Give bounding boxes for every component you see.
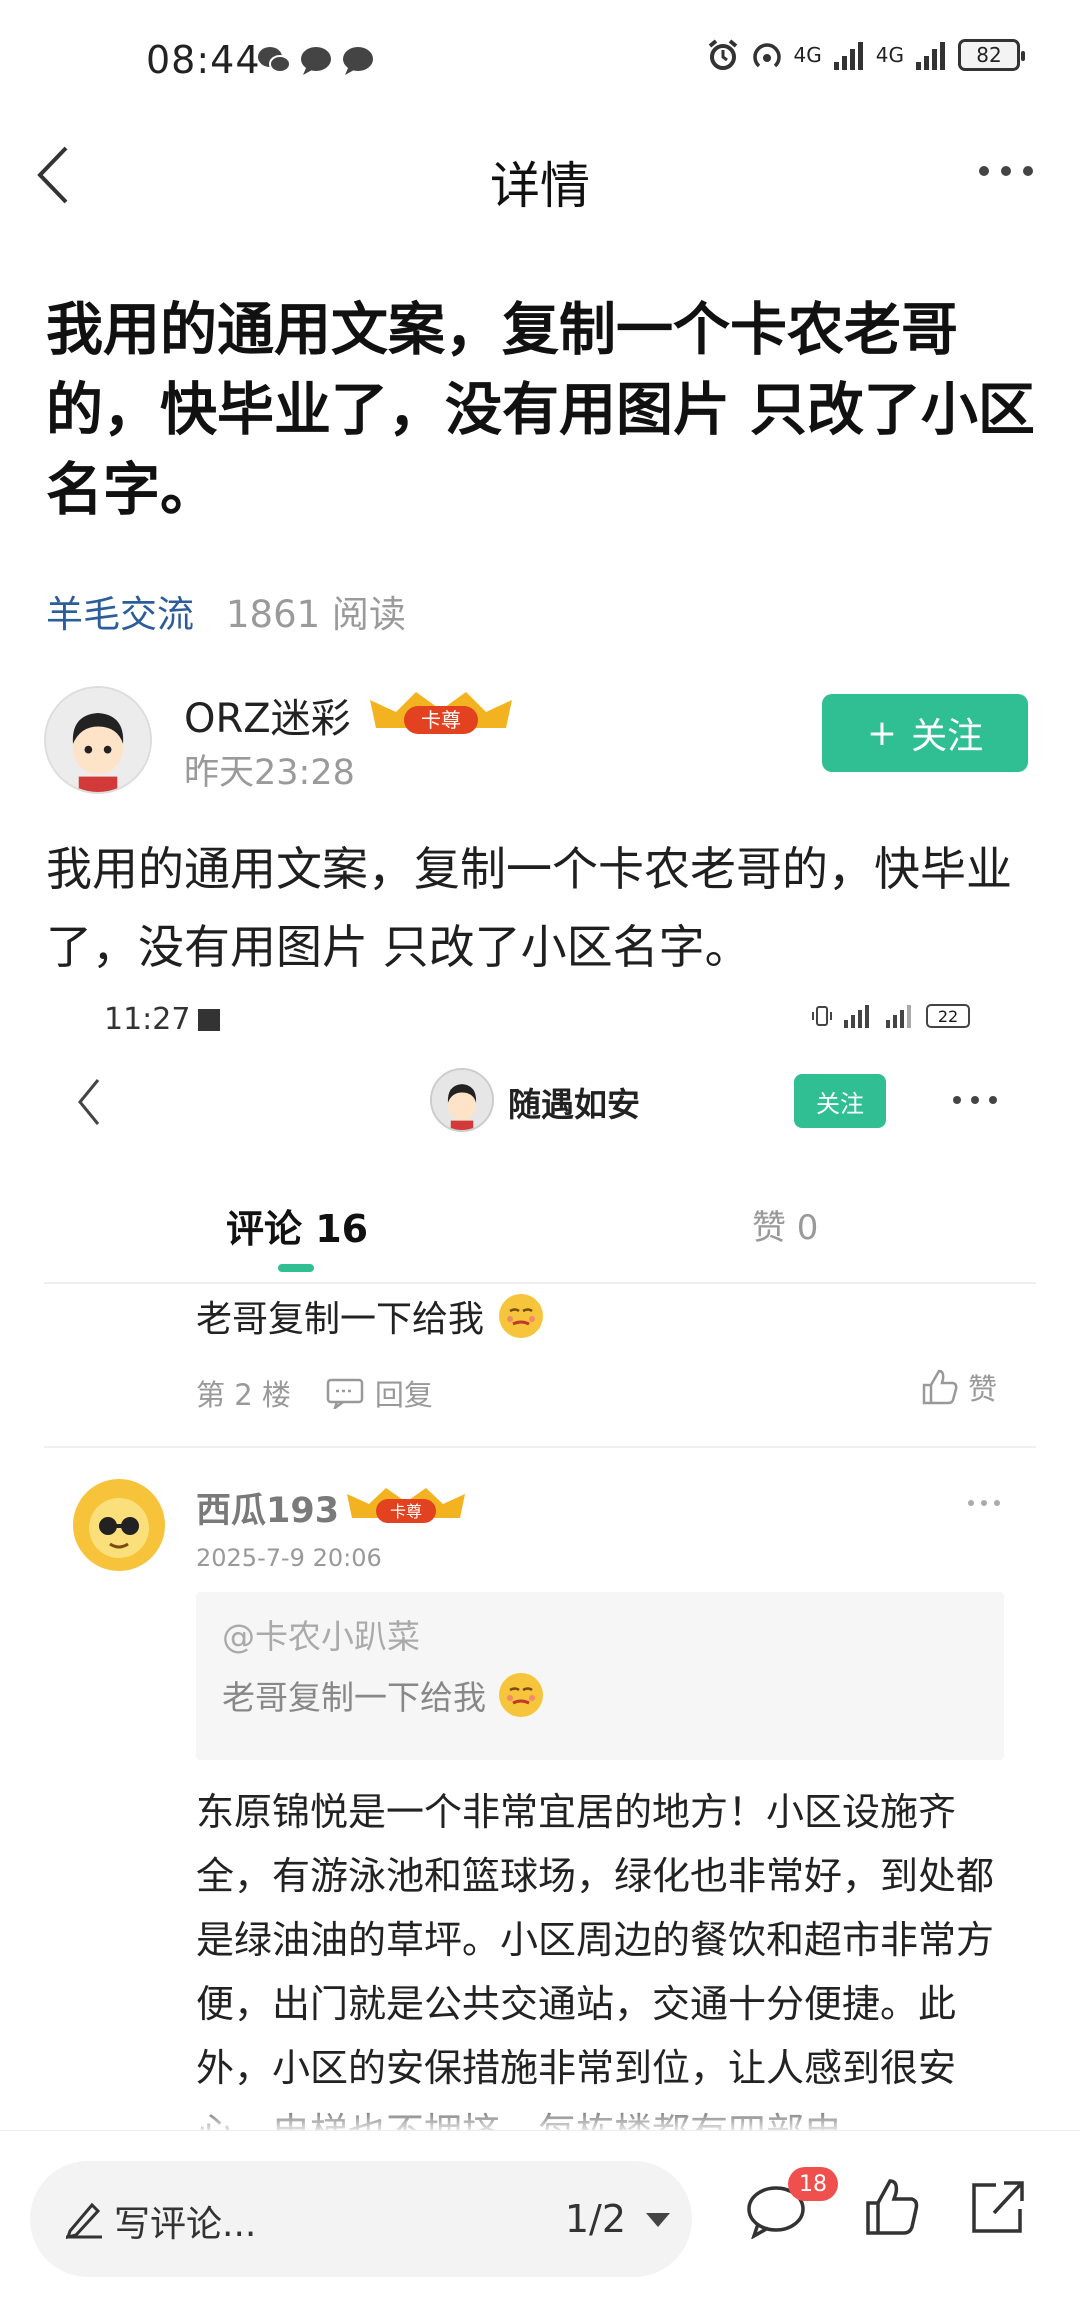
tab-likes[interactable]: 赞 0 bbox=[752, 1200, 818, 1249]
author-name[interactable]: ORZ迷彩 bbox=[184, 686, 351, 744]
chat-bubble-icon bbox=[343, 47, 373, 75]
comment-count-badge: 18 bbox=[788, 2167, 838, 2201]
caret-down-icon[interactable] bbox=[644, 2211, 672, 2229]
follow-button[interactable]: + 关注 bbox=[822, 694, 1028, 772]
signal-label-2: 4G bbox=[875, 43, 904, 67]
divider bbox=[44, 1282, 1036, 1284]
comment-2-badge-label: 卡尊 bbox=[390, 1502, 422, 1521]
hotspot-icon bbox=[752, 43, 781, 68]
vibrate-icon bbox=[812, 1006, 832, 1026]
comment-2-body: 东原锦悦是一个非常宜居的地方！小区设施齐全，有游泳池和篮球场，绿化也非常好，到处… bbox=[196, 1790, 995, 2135]
lion-avatar-icon bbox=[73, 1479, 165, 1571]
back-arrow-icon[interactable] bbox=[70, 1072, 110, 1132]
post-time: 昨天23:28 bbox=[184, 753, 355, 793]
embedded-time-text: 11:27 bbox=[104, 1002, 191, 1037]
like-label: 赞 bbox=[968, 1372, 998, 1406]
bottom-bar: 写评论... 1/2 18 bbox=[0, 2130, 1080, 2310]
share-icon[interactable] bbox=[966, 2177, 1028, 2239]
comment-input[interactable]: 写评论... 1/2 bbox=[30, 2161, 692, 2277]
signal-icon bbox=[844, 1005, 869, 1028]
comment-2-avatar[interactable] bbox=[72, 1478, 166, 1572]
cartoon-boy-icon bbox=[432, 1070, 492, 1130]
more-icon[interactable] bbox=[950, 1090, 1000, 1110]
embedded-nav: 随遇如安 关注 bbox=[0, 1060, 1080, 1150]
quoted-text-row: 老哥复制一下给我 bbox=[222, 1670, 546, 1720]
signal-label-1: 4G bbox=[793, 43, 822, 67]
notification-icons bbox=[256, 44, 376, 76]
content-fade bbox=[0, 2095, 1080, 2135]
author-row: ORZ迷彩 卡尊 昨天23:28 + 关注 bbox=[44, 680, 1044, 800]
more-icon[interactable] bbox=[966, 1496, 1002, 1510]
author-avatar[interactable] bbox=[44, 686, 152, 794]
battery-indicator: 82 bbox=[958, 39, 1025, 71]
comment-text: 老哥复制一下给我 bbox=[196, 1290, 546, 1342]
status-bar: 08:44 4G 4G 82 bbox=[0, 0, 1080, 120]
tab-indicator bbox=[278, 1264, 314, 1272]
cartoon-boy-icon bbox=[46, 688, 150, 792]
page-indicator[interactable]: 1/2 bbox=[565, 2197, 626, 2241]
plus-icon: + bbox=[866, 712, 898, 754]
comment-1-text: 老哥复制一下给我 bbox=[196, 1299, 485, 1340]
wechat-icon bbox=[258, 47, 291, 73]
post-meta: 羊毛交流 1861 阅读 bbox=[46, 584, 406, 638]
status-time: 08:44 bbox=[146, 38, 261, 82]
author-badge-label: 卡尊 bbox=[421, 708, 461, 732]
quoted-user: @卡农小趴菜 bbox=[222, 1617, 420, 1656]
reply-icon bbox=[326, 1378, 364, 1409]
pencil-icon bbox=[65, 2202, 102, 2239]
thumbs-up-icon bbox=[922, 1369, 958, 1405]
quoted-comment[interactable]: @卡农小趴菜 老哥复制一下给我 bbox=[196, 1592, 1004, 1760]
embedded-status-right: 22 bbox=[810, 1004, 970, 1028]
post-body: 我用的通用文案，复制一个卡农老哥的，快毕业了，没有用图片 只改了小区名字。 bbox=[46, 842, 1012, 974]
read-count: 1861 阅读 bbox=[226, 593, 406, 636]
status-right: 4G 4G 82 bbox=[706, 38, 1025, 72]
divider bbox=[44, 1446, 1036, 1448]
embedded-follow-button[interactable]: 关注 bbox=[794, 1074, 886, 1128]
comment-placeholder: 写评论... bbox=[114, 2204, 257, 2245]
emoji-smirk-icon bbox=[499, 1294, 544, 1338]
embedded-user-name[interactable]: 随遇如安 bbox=[508, 1078, 640, 1126]
comment-1-like-button[interactable]: 赞 bbox=[920, 1366, 997, 1408]
more-icon[interactable] bbox=[976, 156, 1036, 186]
crown-badge-icon: 卡尊 bbox=[370, 692, 512, 734]
embedded-tabs: 评论 16 赞 0 bbox=[0, 1180, 1080, 1272]
alarm-icon bbox=[708, 39, 737, 70]
embedded-battery: 22 bbox=[926, 1004, 970, 1028]
emoji-smirk-icon bbox=[499, 1673, 543, 1717]
signal-icon bbox=[886, 1005, 911, 1028]
post-title: 我用的通用文案，复制一个卡农老哥的，快毕业了，没有用图片 只改了小区名字。 bbox=[46, 297, 1035, 523]
signal-icon bbox=[916, 42, 945, 70]
chat-bubble-icon bbox=[301, 47, 331, 75]
reply-label: 回复 bbox=[374, 1378, 433, 1412]
thumbs-up-icon[interactable] bbox=[864, 2177, 920, 2237]
signal-icon bbox=[833, 42, 863, 70]
square-icon bbox=[198, 1008, 221, 1031]
comment-2-author[interactable]: 西瓜193 bbox=[196, 1482, 339, 1533]
embedded-screenshot: 11:27 22 随遇如安 关注 评论 16 赞 0 老哥复制一下给我 第 2 … bbox=[0, 990, 1080, 2135]
embedded-status-time: 11:27 bbox=[104, 1002, 221, 1037]
page-title: 详情 bbox=[490, 157, 590, 215]
quoted-text: 老哥复制一下给我 bbox=[222, 1678, 486, 1717]
comment-2-time: 2025-7-9 20:06 bbox=[196, 1544, 382, 1572]
reply-button[interactable]: 回复 bbox=[325, 1372, 433, 1414]
embedded-user-avatar[interactable] bbox=[430, 1068, 494, 1132]
follow-label: 关注 bbox=[911, 716, 984, 757]
comment-1-footer: 第 2 楼 回复 bbox=[196, 1372, 433, 1414]
tab-comments[interactable]: 评论 16 bbox=[226, 1198, 368, 1253]
top-nav: 详情 bbox=[0, 120, 1080, 230]
category-link[interactable]: 羊毛交流 bbox=[46, 584, 194, 638]
floor-number: 第 2 楼 bbox=[196, 1378, 291, 1412]
crown-badge-icon: 卡尊 bbox=[347, 1488, 465, 1523]
